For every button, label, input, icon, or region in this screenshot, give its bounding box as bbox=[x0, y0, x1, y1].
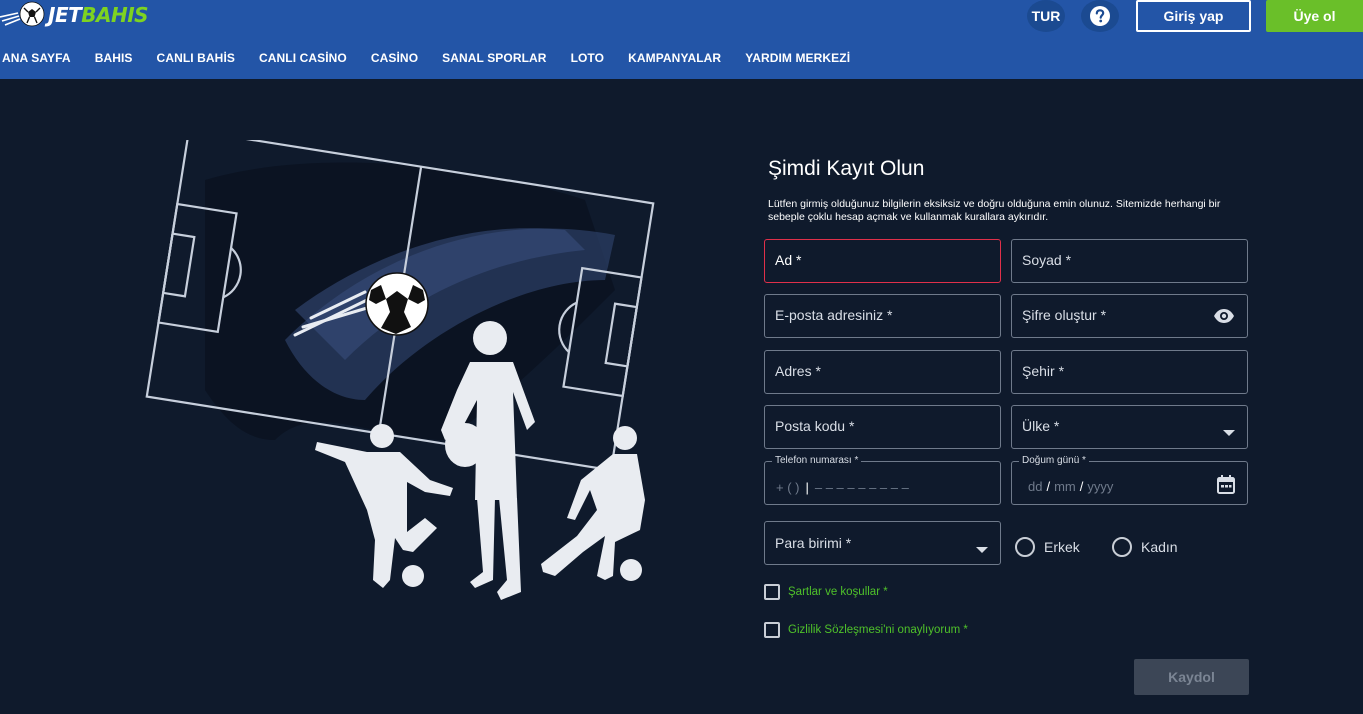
address-field[interactable]: Adres * bbox=[764, 350, 1001, 394]
football-illustration bbox=[145, 140, 655, 600]
soccer-ball bbox=[365, 272, 429, 336]
gender-female-radio[interactable]: Kadın bbox=[1112, 537, 1178, 557]
phone-prefix: + ( ) bbox=[776, 480, 800, 495]
nav-item-casino[interactable]: CASİNO bbox=[371, 51, 418, 65]
gender-female-label: Kadın bbox=[1141, 539, 1178, 555]
player-silhouette-right bbox=[541, 426, 645, 581]
soccer-ball-logo-icon bbox=[0, 1, 45, 27]
question-icon bbox=[1090, 6, 1110, 26]
phone-field[interactable]: Telefon numarası * + ( ) | – – – – – – – –… bbox=[764, 455, 1001, 505]
nav-item-live-casino[interactable]: CANLI CASİNO bbox=[259, 51, 347, 65]
gender-male-label: Erkek bbox=[1044, 539, 1080, 555]
birthdate-year: yyyy bbox=[1087, 479, 1114, 494]
nav-item-bahis[interactable]: BAHIS bbox=[95, 51, 133, 65]
nav-item-home[interactable]: ANA SAYFA bbox=[2, 51, 71, 65]
birthdate-day: dd bbox=[1028, 479, 1043, 494]
birthdate-month: mm bbox=[1054, 479, 1076, 494]
last-name-field[interactable]: Soyad * bbox=[1011, 239, 1248, 283]
calendar-button[interactable] bbox=[1217, 475, 1235, 499]
nav-item-virtual-sports[interactable]: SANAL SPORLAR bbox=[442, 51, 546, 65]
country-placeholder: Ülke * bbox=[1022, 418, 1060, 434]
phone-label: Telefon numarası * bbox=[772, 455, 862, 466]
phone-caret: | bbox=[805, 480, 809, 495]
language-selector[interactable]: TUR bbox=[1027, 0, 1065, 32]
form-description: Lütfen girmiş olduğunuz bilgilerin eksik… bbox=[768, 198, 1221, 223]
address-placeholder: Adres * bbox=[775, 363, 821, 379]
email-field[interactable]: E-posta adresiniz * bbox=[764, 294, 1001, 338]
eye-icon bbox=[1214, 309, 1234, 323]
first-name-field[interactable]: Ad * bbox=[764, 239, 1001, 283]
logo-jet: JET bbox=[48, 3, 82, 27]
currency-dropdown-arrow bbox=[976, 541, 988, 559]
phone-digits-mask: – – – – – – – – – bbox=[814, 480, 909, 495]
country-select[interactable]: Ülke * bbox=[1011, 405, 1248, 449]
checkbox-box bbox=[764, 584, 780, 600]
last-name-placeholder: Soyad * bbox=[1022, 252, 1072, 268]
main-nav: ANA SAYFA BAHIS CANLI BAHİS CANLI CASİNO… bbox=[2, 51, 874, 65]
nav-item-campaigns[interactable]: KAMPANYALAR bbox=[628, 51, 721, 65]
birthdate-separator: / bbox=[1079, 479, 1084, 494]
birthdate-label: Doğum günü * bbox=[1019, 455, 1089, 466]
password-field[interactable]: Şifre oluştur * bbox=[1011, 294, 1248, 338]
birthdate-separator: / bbox=[1046, 479, 1051, 494]
city-field[interactable]: Şehir * bbox=[1011, 350, 1248, 394]
city-placeholder: Şehir * bbox=[1022, 363, 1065, 379]
caret-down-icon bbox=[1223, 430, 1235, 436]
show-password-button[interactable] bbox=[1213, 308, 1235, 329]
signup-button[interactable]: Üye ol bbox=[1266, 0, 1363, 32]
player-silhouette-left bbox=[315, 424, 453, 588]
postcode-placeholder: Posta kodu * bbox=[775, 418, 855, 434]
nav-item-loto[interactable]: LOTO bbox=[571, 51, 605, 65]
email-placeholder: E-posta adresiniz * bbox=[775, 307, 893, 323]
logo-bahis: BAHIS bbox=[81, 3, 149, 27]
terms-link[interactable]: Şartlar ve koşullar * bbox=[788, 586, 888, 598]
checkbox-box bbox=[764, 622, 780, 638]
privacy-checkbox[interactable]: Gizlilik Sözleşmesi'ni onaylıyorum * bbox=[764, 622, 968, 638]
register-submit-button[interactable]: Kaydol bbox=[1134, 659, 1249, 695]
login-button[interactable]: Giriş yap bbox=[1136, 0, 1251, 32]
logo-text: JETBAHIS bbox=[48, 3, 149, 27]
birthdate-field[interactable]: Doğum günü * dd / mm / yyyy bbox=[1011, 455, 1248, 505]
help-button[interactable] bbox=[1081, 0, 1119, 32]
postcode-field[interactable]: Posta kodu * bbox=[764, 405, 1001, 449]
radio-circle bbox=[1015, 537, 1035, 557]
language-label: TUR bbox=[1031, 8, 1061, 24]
caret-down-icon bbox=[976, 547, 988, 553]
phone-input-mask: + ( ) | – – – – – – – – – bbox=[776, 480, 909, 495]
form-title: Şimdi Kayıt Olun bbox=[768, 157, 925, 180]
nav-item-live-betting[interactable]: CANLI BAHİS bbox=[157, 51, 235, 65]
terms-checkbox[interactable]: Şartlar ve koşullar * bbox=[764, 584, 888, 600]
birthdate-input-mask: dd / mm / yyyy bbox=[1028, 479, 1113, 494]
logo[interactable]: JETBAHIS bbox=[0, 0, 149, 30]
country-dropdown-arrow bbox=[1223, 424, 1235, 442]
privacy-link[interactable]: Gizlilik Sözleşmesi'ni onaylıyorum * bbox=[788, 624, 968, 636]
calendar-icon bbox=[1217, 475, 1235, 494]
radio-circle bbox=[1112, 537, 1132, 557]
first-name-placeholder: Ad * bbox=[775, 252, 802, 268]
currency-placeholder: Para birimi * bbox=[775, 535, 852, 551]
password-placeholder: Şifre oluştur * bbox=[1022, 307, 1107, 323]
top-header: JETBAHIS TUR Giriş yap Üye ol ANA SAYFA … bbox=[0, 0, 1363, 79]
gender-male-radio[interactable]: Erkek bbox=[1015, 537, 1080, 557]
currency-select[interactable]: Para birimi * bbox=[764, 521, 1001, 565]
nav-item-help-center[interactable]: YARDIM MERKEZİ bbox=[745, 51, 850, 65]
